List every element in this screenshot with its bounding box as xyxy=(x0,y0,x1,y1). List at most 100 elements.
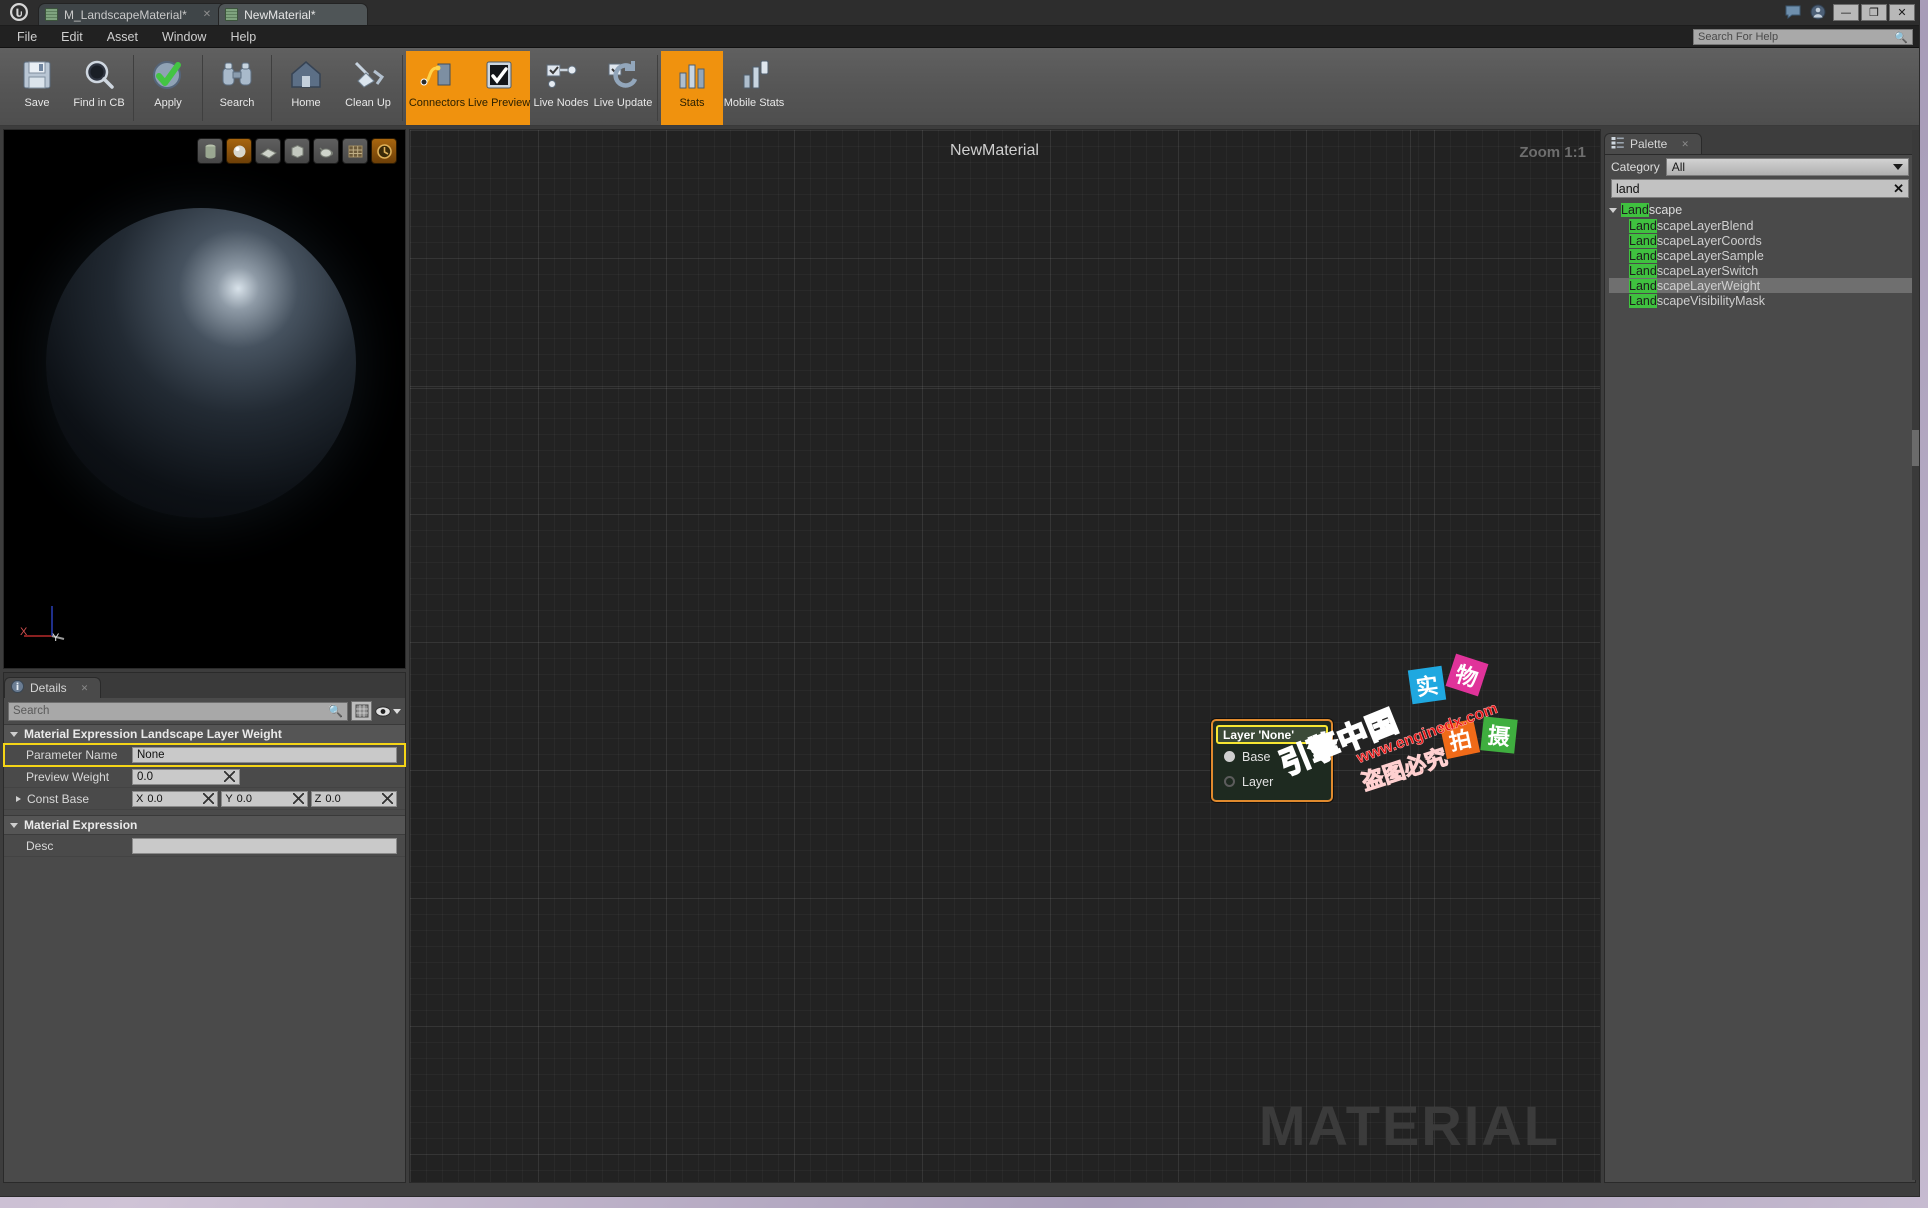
toolbar-separator xyxy=(402,55,403,121)
toolbar-live-update-button[interactable]: Live Update xyxy=(592,51,654,125)
details-search-input[interactable]: Search 🔍 xyxy=(8,702,348,721)
preview-weight-input[interactable]: 0.0 xyxy=(132,769,240,785)
toolbar-apply-button[interactable]: Apply xyxy=(137,51,199,125)
minimize-button[interactable]: — xyxy=(1833,4,1859,21)
chevron-down-icon xyxy=(1609,208,1617,213)
help-search-input[interactable]: Search For Help 🔍 xyxy=(1693,29,1913,45)
window-scrollbar-thumb[interactable] xyxy=(1912,430,1919,466)
preview-weight-value: 0.0 xyxy=(137,771,153,783)
palette-item-landscapelayersample[interactable]: LandscapeLayerSample xyxy=(1609,248,1915,263)
toolbar-search-button[interactable]: Search xyxy=(206,51,268,125)
const-base-y-input[interactable]: Y 0.0 xyxy=(221,791,307,807)
chevron-right-icon[interactable] xyxy=(16,796,21,802)
details-row-label: Preview Weight xyxy=(4,770,132,784)
menu-window[interactable]: Window xyxy=(151,28,217,46)
toolbar-button-label: Live Update xyxy=(594,97,653,109)
details-group-header[interactable]: Material Expression Landscape Layer Weig… xyxy=(4,725,405,744)
toolbar-separator xyxy=(271,55,272,121)
node-landscape-layer-weight[interactable]: Layer 'None' Base Layer xyxy=(1211,719,1333,802)
palette-item-rest: scapeLayerSwitch xyxy=(1657,264,1758,278)
spinner-icon[interactable] xyxy=(293,793,304,804)
axis-label: X xyxy=(136,793,143,805)
desc-input[interactable] xyxy=(132,838,397,854)
close-icon[interactable]: ✕ xyxy=(193,9,211,20)
editor-body: X Y Details ✕ xyxy=(0,126,1919,1186)
editor-tab-0[interactable]: M_LandscapeMaterial* ✕ xyxy=(38,3,226,25)
palette-item-landscapelayerweight[interactable]: LandscapeLayerWeight xyxy=(1609,278,1915,293)
menu-asset[interactable]: Asset xyxy=(96,28,149,46)
palette-item-landscapevisibilitymask[interactable]: LandscapeVisibilityMask xyxy=(1609,293,1915,308)
toolbar-find-in-cb-button[interactable]: Find in CB xyxy=(68,51,130,125)
editor-tab-1[interactable]: NewMaterial* xyxy=(218,3,368,25)
tab-details[interactable]: Details ✕ xyxy=(4,677,101,698)
const-base-z-input[interactable]: Z 0.0 xyxy=(311,791,397,807)
account-icon[interactable] xyxy=(1808,2,1828,22)
toolbar-connectors-button[interactable]: Connectors xyxy=(406,51,468,125)
details-visibility-button[interactable] xyxy=(375,701,401,721)
title-bar: M_LandscapeMaterial* ✕ NewMaterial* — ❐ … xyxy=(0,0,1919,26)
node-pin-layer[interactable]: Layer xyxy=(1216,769,1328,794)
spinner-icon[interactable] xyxy=(382,793,393,804)
tab-palette[interactable]: Palette ✕ xyxy=(1604,133,1702,154)
editor-tab-label: M_LandscapeMaterial* xyxy=(64,8,187,22)
palette-item-landscapelayerswitch[interactable]: LandscapeLayerSwitch xyxy=(1609,263,1915,278)
editor-tab-label: NewMaterial* xyxy=(244,8,315,22)
cylinder-preview-button[interactable] xyxy=(197,138,223,164)
material-preview-viewport[interactable]: X Y xyxy=(3,129,406,669)
cube-preview-button[interactable] xyxy=(284,138,310,164)
palette-item-landscapelayercoords[interactable]: LandscapeLayerCoords xyxy=(1609,233,1915,248)
grid-toggle-button[interactable] xyxy=(342,138,368,164)
toolbar-save-button[interactable]: Save xyxy=(6,51,68,125)
palette-list: Landscape LandscapeLayerBlend LandscapeL… xyxy=(1605,202,1915,1182)
watermark-char-0: 实 xyxy=(1408,666,1446,704)
feedback-icon[interactable] xyxy=(1783,2,1803,22)
details-group-header[interactable]: Material Expression xyxy=(4,816,405,835)
realtime-toggle-button[interactable] xyxy=(371,138,397,164)
menu-file[interactable]: File xyxy=(6,28,48,46)
spinner-icon[interactable] xyxy=(224,771,235,782)
close-icon[interactable]: ✕ xyxy=(81,683,89,694)
palette-item-landscapelayerblend[interactable]: LandscapeLayerBlend xyxy=(1609,218,1915,233)
close-button[interactable]: ✕ xyxy=(1889,4,1915,21)
details-group-title: Material Expression Landscape Layer Weig… xyxy=(24,727,282,741)
toolbar-button-label: Stats xyxy=(679,97,704,109)
close-icon[interactable]: ✕ xyxy=(1681,139,1689,150)
palette-item-rest: scapeLayerSample xyxy=(1657,249,1764,263)
node-pin-base[interactable]: Base xyxy=(1216,744,1328,769)
toolbar-button-label: Live Nodes xyxy=(533,97,588,109)
restore-button[interactable]: ❐ xyxy=(1861,4,1887,21)
pin-icon[interactable] xyxy=(1224,751,1235,762)
palette-group-match: Land xyxy=(1621,203,1649,217)
sphere-preview-button[interactable] xyxy=(226,138,252,164)
palette-item-match: Land xyxy=(1629,279,1657,293)
spinner-icon[interactable] xyxy=(203,793,214,804)
details-tab-row: Details ✕ xyxy=(4,673,405,698)
toolbar-clean-up-button[interactable]: Clean Up xyxy=(337,51,399,125)
connectors-icon xyxy=(419,57,455,93)
pin-icon[interactable] xyxy=(1224,776,1235,787)
palette-group-landscape[interactable]: Landscape xyxy=(1609,202,1915,218)
toolbar-live-preview-button[interactable]: Live Preview xyxy=(468,51,530,125)
toolbar-stats-button[interactable]: Stats xyxy=(661,51,723,125)
axis-y-label: Y xyxy=(52,632,59,644)
plane-preview-button[interactable] xyxy=(255,138,281,164)
menu-help[interactable]: Help xyxy=(219,28,267,46)
toolbar-mobile-stats-button[interactable]: Mobile Stats xyxy=(723,51,785,125)
parameter-name-input[interactable]: None xyxy=(132,747,397,763)
const-base-x-input[interactable]: X 0.0 xyxy=(132,791,218,807)
material-graph-canvas[interactable]: NewMaterial Zoom 1:1 MATERIAL Layer 'Non… xyxy=(409,129,1601,1183)
watermark-notice: 盗图必究 xyxy=(1357,739,1451,797)
menu-edit[interactable]: Edit xyxy=(50,28,94,46)
main-toolbar: Save Find in CB Apply Search xyxy=(0,48,1919,126)
clear-icon[interactable]: ✕ xyxy=(1893,181,1904,197)
details-search-placeholder: Search xyxy=(13,705,49,717)
palette-item-rest: scapeLayerBlend xyxy=(1657,219,1754,233)
window-scrollbar-track[interactable] xyxy=(1912,130,1919,1180)
palette-search-input[interactable]: land ✕ xyxy=(1611,179,1909,198)
palette-category-select[interactable]: All xyxy=(1666,158,1909,176)
teapot-preview-button[interactable] xyxy=(313,138,339,164)
toolbar-button-label: Save xyxy=(24,97,49,109)
details-grid-view-button[interactable] xyxy=(351,701,372,721)
toolbar-live-nodes-button[interactable]: Live Nodes xyxy=(530,51,592,125)
toolbar-home-button[interactable]: Home xyxy=(275,51,337,125)
